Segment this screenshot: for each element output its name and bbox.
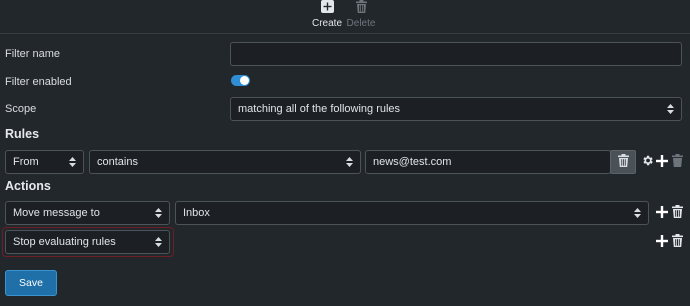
filter-enabled-toggle[interactable] — [231, 75, 250, 86]
trash-icon — [671, 205, 683, 221]
remove-action-button[interactable] — [670, 205, 684, 221]
add-rule-button[interactable] — [655, 154, 669, 170]
rule-settings-button[interactable] — [640, 155, 654, 169]
rules-heading: Rules — [5, 127, 40, 141]
action-1-target-select[interactable]: Inbox — [175, 201, 649, 225]
filter-name-label: Filter name — [5, 48, 61, 60]
rule-value-text: news@test.com — [373, 156, 452, 168]
rule-value-input[interactable]: news@test.com — [365, 150, 611, 174]
action-1-target-value: Inbox — [183, 207, 210, 219]
action-2-select[interactable]: Stop evaluating rules — [5, 230, 170, 254]
scope-label: Scope — [5, 103, 37, 115]
trash-icon — [671, 154, 683, 170]
delete-button[interactable]: Delete — [345, 0, 377, 29]
rule-field-select[interactable]: From — [5, 150, 84, 174]
save-button[interactable]: Save — [5, 270, 57, 296]
action-2-value: Stop evaluating rules — [13, 236, 116, 248]
plus-square-icon — [320, 0, 334, 16]
actions-heading: Actions — [5, 179, 51, 193]
plus-icon — [656, 234, 668, 250]
create-label: Create — [312, 18, 343, 29]
remove-rule-button[interactable] — [670, 154, 684, 170]
toolbar-divider — [0, 33, 690, 34]
chevron-up-down-icon — [155, 208, 162, 218]
rule-operator-value: contains — [97, 156, 138, 168]
rule-operator-select[interactable]: contains — [89, 150, 361, 174]
toggle-knob — [240, 76, 249, 85]
rule-value-clear-button[interactable] — [610, 150, 636, 174]
filter-name-input[interactable] — [230, 42, 682, 66]
chevron-up-down-icon — [346, 157, 353, 167]
chevron-up-down-icon — [155, 237, 162, 247]
scope-select[interactable]: matching all of the following rules — [230, 97, 682, 121]
filter-enabled-label: Filter enabled — [5, 76, 72, 88]
action-1-select[interactable]: Move message to — [5, 201, 170, 225]
trash-icon — [355, 0, 367, 16]
rule-field-value: From — [13, 156, 39, 168]
add-action-button-2[interactable] — [655, 234, 669, 250]
action-1-value: Move message to — [13, 207, 100, 219]
trash-icon — [671, 234, 683, 250]
plus-icon — [656, 205, 668, 221]
gear-icon — [641, 154, 654, 170]
add-action-button[interactable] — [655, 205, 669, 221]
trash-icon — [617, 154, 629, 170]
chevron-up-down-icon — [634, 208, 641, 218]
plus-icon — [656, 154, 668, 170]
filter-editor: Create Delete Filter name Filter enabled — [0, 0, 690, 306]
delete-label: Delete — [346, 18, 376, 29]
remove-action-button-2[interactable] — [670, 234, 684, 250]
chevron-up-down-icon — [69, 157, 76, 167]
chevron-up-down-icon — [667, 104, 674, 114]
create-button[interactable]: Create — [312, 0, 342, 29]
scope-value: matching all of the following rules — [238, 103, 401, 115]
toolbar: Create Delete — [0, 0, 690, 33]
